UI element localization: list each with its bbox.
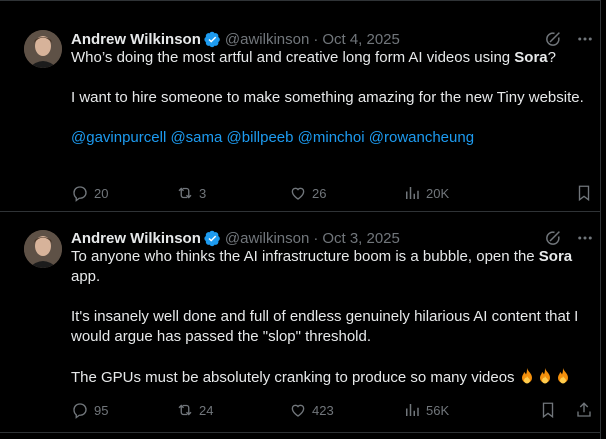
grok-icon[interactable] [544,229,562,247]
verified-icon[interactable] [204,230,221,247]
reply-button[interactable]: 20 [71,184,176,202]
views-count: 56K [426,402,450,418]
tweet-date[interactable]: Oct 3, 2025 [322,230,400,247]
mention-link[interactable]: @billpeeb [227,129,294,146]
avatar[interactable] [24,230,62,268]
author-name[interactable]: Andrew Wilkinson [71,31,201,48]
tweet-paragraph: It's insanely well done and full of endl… [71,308,579,345]
mention-link[interactable]: @rowancheung [369,129,474,146]
repost-count: 3 [199,185,207,201]
reply-count: 20 [94,185,109,201]
mention-link[interactable]: @minchoi [298,129,365,146]
repost-icon [178,187,192,199]
mention-link[interactable]: @gavinpurcell [71,129,166,146]
views-button[interactable]: 56K [403,401,499,419]
reply-button[interactable]: 95 [71,401,176,419]
fire-icon [539,368,550,384]
repost-button[interactable]: 3 [176,184,289,202]
text-segment: The GPUs must be absolutely cranking to … [71,369,515,386]
text-segment: app. [71,268,101,285]
views-icon [406,187,419,199]
fire-icon [521,368,532,384]
bookmark-icon[interactable] [575,184,593,202]
separator: · [313,30,319,48]
mentions-line: @gavinpurcell @sama @billpeeb @minchoi @… [71,128,591,148]
reply-count: 95 [94,402,109,418]
like-count: 26 [312,185,327,201]
text-segment: ? [547,49,556,66]
like-button[interactable]: 423 [289,401,403,419]
tweet-actions: 95 24 423 56K [71,400,593,420]
fire-emoji-group [519,367,571,385]
like-icon [291,187,305,200]
author-handle[interactable]: @awilkinson [225,31,309,48]
tweet-date[interactable]: Oct 4, 2025 [322,31,400,48]
repost-button[interactable]: 24 [176,401,289,419]
fire-icon [557,368,568,384]
views-icon [406,404,419,416]
like-icon [291,404,305,417]
separator: · [313,229,319,247]
text-segment: To anyone who thinks the AI infrastructu… [71,248,539,265]
bold-text: Sora [538,248,573,265]
more-icon[interactable] [576,229,594,247]
mention-link[interactable]: @sama [170,129,222,146]
author-name[interactable]: Andrew Wilkinson [71,230,201,247]
bold-text: Sora [514,49,548,66]
share-icon[interactable] [575,401,593,419]
author-handle[interactable]: @awilkinson [225,230,309,247]
bookmark-icon[interactable] [539,401,557,419]
timeline-feed: Andrew Wilkinson @awilkinson · Oct 4, 20… [0,0,606,439]
reply-icon [73,186,87,202]
column-border [600,0,601,439]
like-button[interactable]: 26 [289,184,403,202]
tweet-text: Who’s doing the most artful and creative… [71,48,591,148]
views-button[interactable]: 20K [403,184,499,202]
like-count: 423 [312,402,334,418]
avatar[interactable] [24,30,62,68]
repost-icon [178,404,192,416]
tweet-text: To anyone who thinks the AI infrastructu… [71,247,591,388]
tweet-header: Andrew Wilkinson @awilkinson · Oct 3, 20… [71,228,594,248]
text-segment: Who’s doing the most artful and creative… [71,49,515,66]
tweet-paragraph: I want to hire someone to make something… [71,89,584,106]
views-count: 20K [426,185,450,201]
tweet-divider [0,432,600,433]
tweet-header: Andrew Wilkinson @awilkinson · Oct 4, 20… [71,29,594,49]
reply-icon [73,403,87,419]
tweet-paragraph: The GPUs must be absolutely cranking to … [71,367,591,388]
verified-icon[interactable] [204,31,221,48]
grok-icon[interactable] [544,30,562,48]
repost-count: 24 [199,402,214,418]
tweet-actions: 20 3 26 20K [71,183,593,203]
more-icon[interactable] [576,30,594,48]
